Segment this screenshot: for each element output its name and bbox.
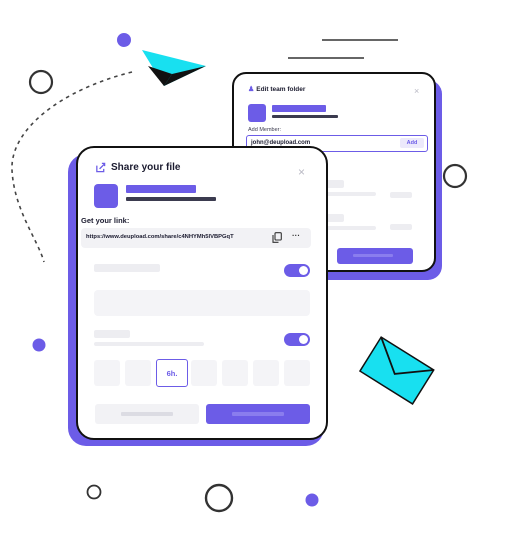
more-icon[interactable]: ···: [292, 231, 300, 240]
member-role-placeholder: [390, 192, 412, 198]
expiration-toggle[interactable]: [284, 333, 310, 346]
share-file-dialog: Share your file × Get your link: https:/…: [76, 146, 328, 440]
save-members-button[interactable]: [337, 248, 413, 264]
envelope-icon: [358, 336, 435, 405]
file-thumbnail: [94, 184, 118, 208]
decor-circle: [86, 484, 102, 500]
file-meta-placeholder: [126, 197, 216, 201]
time-option[interactable]: [94, 360, 120, 386]
get-link-label: Get your link:: [81, 216, 130, 225]
password-input[interactable]: [94, 290, 310, 316]
share-button[interactable]: [206, 404, 310, 424]
folder-meta-placeholder: [272, 115, 338, 118]
paper-plane-icon: [142, 50, 206, 86]
add-member-label: Add Member:: [248, 127, 282, 133]
decor-dot: [305, 493, 319, 507]
share-dialog-title-text: Share your file: [111, 162, 181, 173]
time-option[interactable]: [284, 360, 310, 386]
decor-dot: [117, 33, 131, 47]
folder-name-placeholder: [272, 105, 326, 112]
share-icon: [96, 162, 106, 173]
cancel-button[interactable]: [95, 404, 199, 424]
option-description-placeholder: [94, 342, 204, 346]
share-dialog-title: Share your file: [95, 162, 180, 173]
edit-dialog-title-text: Edit team folder: [256, 85, 306, 93]
close-icon[interactable]: ×: [414, 86, 419, 96]
share-link-field[interactable]: https://www.deupload.com/share/c4NHYMh5I…: [81, 228, 311, 248]
member-role-placeholder: [390, 224, 412, 230]
person-icon: ♟: [248, 86, 255, 93]
decor-circle: [204, 483, 234, 513]
password-toggle[interactable]: [284, 264, 310, 277]
add-member-button[interactable]: Add: [400, 138, 424, 148]
decor-circle: [442, 163, 468, 189]
time-option[interactable]: [253, 360, 279, 386]
time-option[interactable]: [222, 360, 248, 386]
share-link-url: https://www.deupload.com/share/c4NHYMh5I…: [86, 234, 234, 240]
folder-avatar: [248, 104, 266, 122]
time-option[interactable]: [125, 360, 151, 386]
decor-dot: [32, 338, 46, 352]
decor-circle: [28, 69, 54, 95]
time-option[interactable]: [191, 360, 217, 386]
file-name-placeholder: [126, 185, 196, 193]
close-icon[interactable]: ×: [298, 165, 305, 179]
option-label-placeholder: [94, 264, 160, 272]
copy-icon[interactable]: [272, 232, 282, 243]
option-label-placeholder: [94, 330, 130, 338]
time-option-selected[interactable]: 6h.: [156, 359, 188, 387]
edit-dialog-title: ♟ Edit team folder: [248, 85, 306, 94]
